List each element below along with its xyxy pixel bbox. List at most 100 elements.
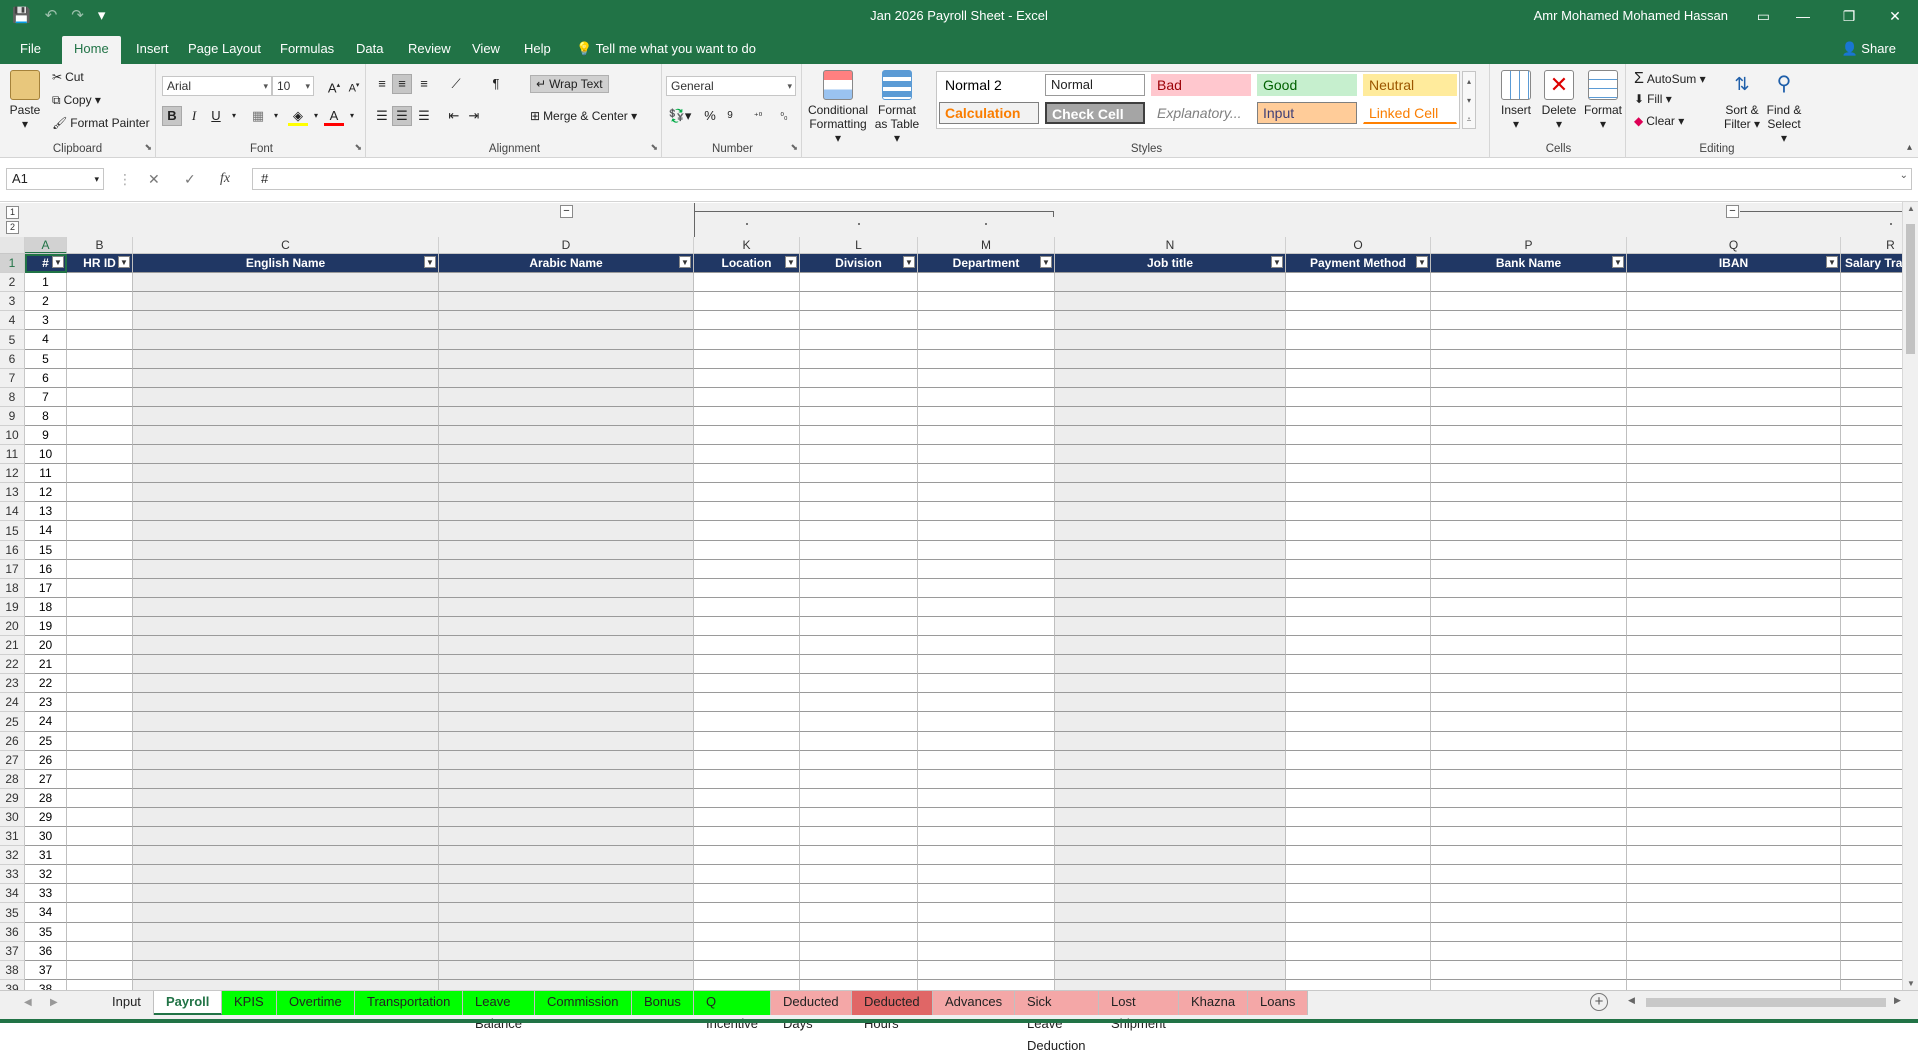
table-cell[interactable] — [1055, 350, 1286, 369]
row-header[interactable]: 38 — [0, 961, 25, 980]
table-cell[interactable] — [1286, 464, 1431, 483]
cut-button[interactable]: ✂ Cut — [52, 70, 84, 84]
conditional-formatting-button[interactable]: Conditional Formatting ▾ — [806, 70, 870, 145]
table-cell[interactable] — [1431, 827, 1627, 846]
row-header[interactable]: 22 — [0, 655, 25, 674]
table-cell[interactable] — [1286, 751, 1431, 770]
table-cell[interactable]: 4 — [25, 330, 67, 350]
column-header-m[interactable]: M — [918, 237, 1055, 253]
row-header[interactable]: 12 — [0, 464, 25, 483]
table-cell[interactable] — [1286, 942, 1431, 961]
table-cell[interactable] — [1841, 961, 1902, 980]
table-cell[interactable] — [1055, 961, 1286, 980]
vertical-scroll-thumb[interactable] — [1906, 224, 1915, 354]
format-painter-button[interactable]: 🖌 Format Painter — [52, 116, 150, 130]
table-cell[interactable] — [918, 884, 1055, 903]
table-cell[interactable] — [1286, 311, 1431, 330]
table-cell[interactable] — [1841, 330, 1902, 350]
sheet-tab-overtime[interactable]: Overtime — [277, 991, 355, 1015]
table-cell[interactable]: 12 — [25, 483, 67, 502]
new-sheet-icon[interactable]: + — [1590, 993, 1608, 1011]
underline-button[interactable]: U — [206, 106, 226, 126]
table-cell[interactable] — [1055, 560, 1286, 579]
table-cell[interactable]: 22 — [25, 674, 67, 693]
table-cell[interactable] — [133, 292, 439, 311]
column-header-a[interactable]: A — [25, 237, 67, 253]
table-cell[interactable] — [918, 330, 1055, 350]
table-cell[interactable] — [918, 693, 1055, 712]
table-cell[interactable] — [800, 369, 918, 388]
table-cell[interactable] — [1286, 961, 1431, 980]
table-cell[interactable] — [1055, 407, 1286, 426]
table-cell[interactable] — [694, 884, 800, 903]
table-cell[interactable] — [1055, 445, 1286, 464]
table-cell[interactable] — [133, 311, 439, 330]
table-cell[interactable] — [1841, 846, 1902, 865]
table-cell[interactable] — [1627, 865, 1841, 884]
row-header[interactable]: 24 — [0, 693, 25, 712]
table-cell[interactable] — [67, 445, 133, 464]
table-cell[interactable] — [67, 330, 133, 350]
table-cell[interactable] — [1431, 330, 1627, 350]
table-cell[interactable] — [918, 541, 1055, 560]
scroll-right-icon[interactable]: ▶ — [1894, 995, 1901, 1006]
table-cell[interactable] — [67, 502, 133, 521]
borders-dropdown-icon[interactable]: ▾ — [266, 106, 286, 126]
wrap-text-button[interactable]: ↵ Wrap Text — [530, 75, 609, 93]
table-cell[interactable] — [439, 617, 694, 636]
row-header[interactable]: 7 — [0, 369, 25, 388]
table-cell[interactable] — [439, 560, 694, 579]
table-cell[interactable] — [694, 521, 800, 541]
table-cell[interactable] — [800, 617, 918, 636]
table-cell[interactable] — [1431, 350, 1627, 369]
insert-cells-button[interactable]: Insert ▾ — [1496, 70, 1536, 131]
filter-dropdown-icon[interactable]: ▼ — [1040, 256, 1052, 268]
comma-style-button[interactable]: 9 — [720, 106, 740, 126]
table-cell[interactable] — [67, 770, 133, 789]
table-cell[interactable]: 10 — [25, 445, 67, 464]
number-launcher-icon[interactable]: ⬊ — [790, 142, 798, 153]
row-header[interactable]: 28 — [0, 770, 25, 789]
table-cell[interactable] — [694, 732, 800, 751]
table-cell[interactable] — [1286, 273, 1431, 292]
table-cell[interactable] — [800, 770, 918, 789]
row-header[interactable]: 3 — [0, 292, 25, 311]
row-header[interactable]: 17 — [0, 560, 25, 579]
table-cell[interactable] — [133, 884, 439, 903]
decrease-decimal-icon[interactable]: ⁰₀ — [772, 106, 796, 126]
table-cell[interactable] — [439, 350, 694, 369]
table-cell[interactable] — [1841, 942, 1902, 961]
table-cell[interactable] — [918, 980, 1055, 990]
sheet-tab-deducted-days[interactable]: Deducted Days — [771, 991, 852, 1031]
table-cell[interactable] — [1841, 273, 1902, 292]
italic-button[interactable]: I — [184, 106, 204, 126]
table-header-q[interactable]: IBAN ▼ — [1627, 254, 1841, 273]
table-cell[interactable] — [918, 560, 1055, 579]
table-cell[interactable] — [694, 846, 800, 865]
filter-dropdown-icon[interactable]: ▼ — [1271, 256, 1283, 268]
table-cell[interactable] — [694, 980, 800, 990]
font-name-combo[interactable]: Arial ▾ — [162, 76, 272, 96]
fill-color-dropdown-icon[interactable]: ▾ — [306, 106, 326, 126]
number-format-combo[interactable]: General ▾ — [666, 76, 796, 96]
table-cell[interactable]: 13 — [25, 502, 67, 521]
table-cell[interactable] — [1431, 541, 1627, 560]
row-header[interactable]: 32 — [0, 846, 25, 865]
table-cell[interactable] — [1286, 560, 1431, 579]
sheet-tab-leave-balance[interactable]: Leave Balance — [463, 991, 535, 1031]
table-cell[interactable] — [694, 445, 800, 464]
table-cell[interactable] — [67, 483, 133, 502]
row-header[interactable]: 6 — [0, 350, 25, 369]
table-cell[interactable]: 25 — [25, 732, 67, 751]
table-cell[interactable] — [67, 923, 133, 942]
table-cell[interactable] — [1431, 770, 1627, 789]
table-cell[interactable] — [1055, 464, 1286, 483]
table-cell[interactable] — [1055, 655, 1286, 674]
table-cell[interactable] — [918, 846, 1055, 865]
table-cell[interactable]: 2 — [25, 292, 67, 311]
table-cell[interactable] — [1431, 674, 1627, 693]
table-cell[interactable] — [439, 426, 694, 445]
table-cell[interactable] — [694, 598, 800, 617]
sheet-tab-bonus[interactable]: Bonus — [632, 991, 694, 1015]
table-cell[interactable] — [918, 292, 1055, 311]
